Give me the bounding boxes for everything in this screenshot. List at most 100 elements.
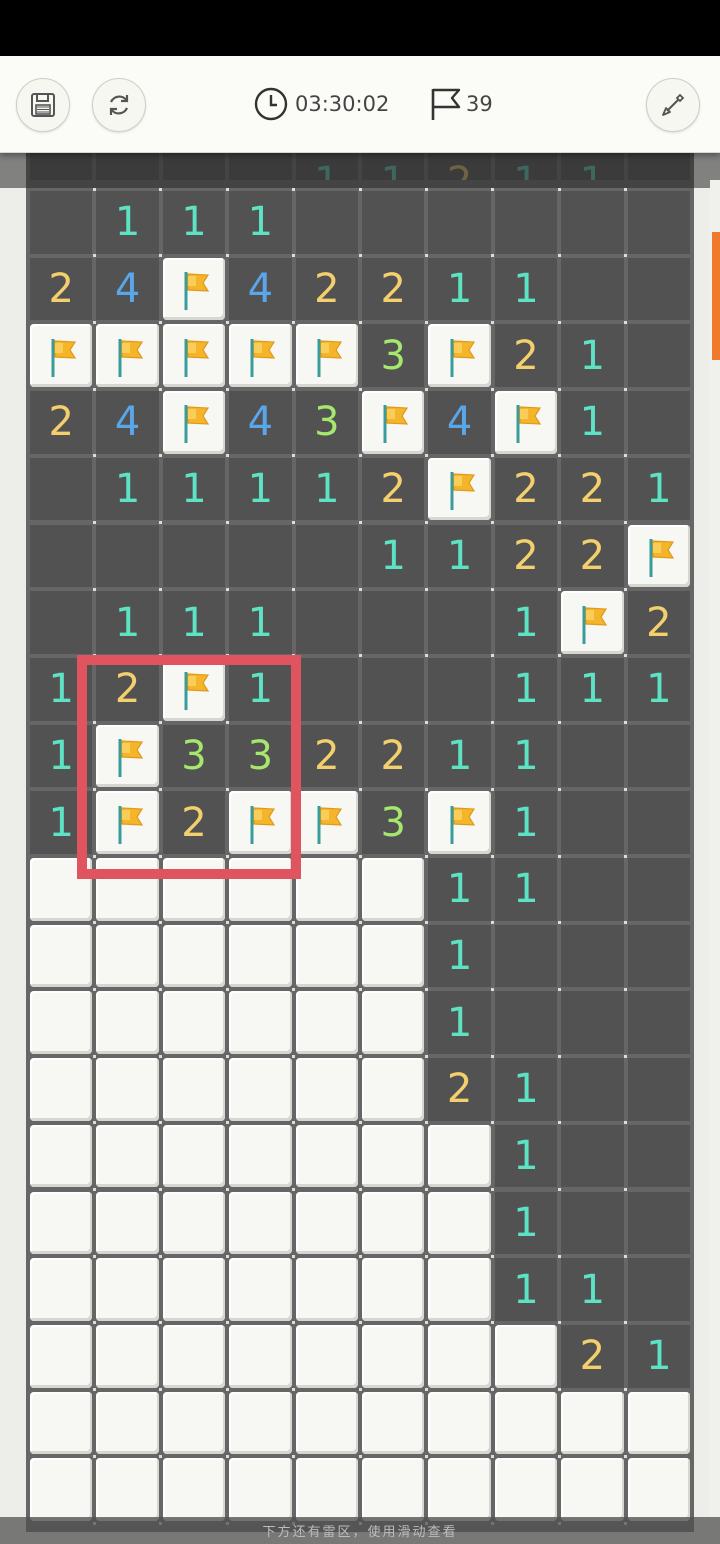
- flagged-cell[interactable]: [428, 457, 491, 521]
- empty-cell[interactable]: [30, 457, 93, 521]
- covered-cell[interactable]: [428, 1191, 491, 1255]
- number-cell[interactable]: 3: [295, 391, 358, 454]
- covered-cell[interactable]: [362, 1391, 425, 1455]
- covered-cell[interactable]: [295, 1324, 358, 1388]
- covered-cell[interactable]: [362, 1124, 425, 1188]
- covered-cell[interactable]: [561, 1391, 624, 1455]
- covered-cell[interactable]: [162, 1391, 226, 1455]
- covered-cell[interactable]: [295, 1391, 358, 1455]
- number-cell[interactable]: 2: [627, 591, 690, 654]
- board-scrollbar[interactable]: [710, 180, 720, 1520]
- number-cell[interactable]: 2: [561, 1324, 624, 1388]
- covered-cell[interactable]: [30, 1058, 93, 1121]
- covered-cell[interactable]: [428, 1391, 491, 1455]
- empty-cell[interactable]: [627, 1058, 690, 1121]
- covered-cell[interactable]: [362, 991, 425, 1055]
- number-cell[interactable]: 2: [428, 1058, 491, 1121]
- covered-cell[interactable]: [96, 1458, 159, 1521]
- flagged-cell[interactable]: [162, 324, 226, 388]
- number-cell[interactable]: 1: [627, 657, 690, 721]
- number-cell[interactable]: 1: [96, 191, 159, 254]
- empty-cell[interactable]: [494, 191, 558, 254]
- number-cell[interactable]: 2: [362, 724, 425, 788]
- covered-cell[interactable]: [229, 1191, 292, 1255]
- empty-cell[interactable]: [627, 724, 690, 788]
- empty-cell[interactable]: [561, 257, 624, 321]
- number-cell[interactable]: 2: [295, 724, 358, 788]
- flagged-cell[interactable]: [494, 391, 558, 454]
- number-cell[interactable]: 1: [627, 1324, 690, 1388]
- number-cell[interactable]: 3: [362, 324, 425, 388]
- covered-cell[interactable]: [162, 1058, 226, 1121]
- flagged-cell[interactable]: [295, 324, 358, 388]
- number-cell[interactable]: 2: [295, 257, 358, 321]
- covered-cell[interactable]: [627, 1458, 690, 1521]
- covered-cell[interactable]: [627, 1391, 690, 1455]
- covered-cell[interactable]: [295, 991, 358, 1055]
- covered-cell[interactable]: [96, 924, 159, 988]
- empty-cell[interactable]: [30, 191, 93, 254]
- number-cell[interactable]: 1: [494, 657, 558, 721]
- number-cell[interactable]: 1: [229, 191, 292, 254]
- flagged-cell[interactable]: [362, 391, 425, 454]
- covered-cell[interactable]: [30, 924, 93, 988]
- number-cell[interactable]: 1: [561, 657, 624, 721]
- covered-cell[interactable]: [295, 1458, 358, 1521]
- empty-cell[interactable]: [428, 657, 491, 721]
- empty-cell[interactable]: [295, 191, 358, 254]
- covered-cell[interactable]: [30, 1258, 93, 1321]
- number-cell[interactable]: 1: [96, 591, 159, 654]
- covered-cell[interactable]: [229, 1391, 292, 1455]
- covered-cell[interactable]: [96, 1391, 159, 1455]
- empty-cell[interactable]: [428, 191, 491, 254]
- empty-cell[interactable]: [561, 1191, 624, 1255]
- covered-cell[interactable]: [428, 1124, 491, 1188]
- number-cell[interactable]: 4: [229, 391, 292, 454]
- empty-cell[interactable]: [494, 991, 558, 1055]
- empty-cell[interactable]: [162, 524, 226, 588]
- empty-cell[interactable]: [627, 191, 690, 254]
- empty-cell[interactable]: [627, 324, 690, 388]
- covered-cell[interactable]: [295, 1258, 358, 1321]
- number-cell[interactable]: 4: [96, 257, 159, 321]
- flagged-cell[interactable]: [162, 257, 226, 321]
- empty-cell[interactable]: [627, 1258, 690, 1321]
- empty-cell[interactable]: [627, 1124, 690, 1188]
- covered-cell[interactable]: [362, 1058, 425, 1121]
- covered-cell[interactable]: [229, 1124, 292, 1188]
- covered-cell[interactable]: [362, 1458, 425, 1521]
- number-cell[interactable]: 1: [162, 191, 226, 254]
- covered-cell[interactable]: [96, 1058, 159, 1121]
- number-cell[interactable]: 1: [627, 457, 690, 521]
- covered-cell[interactable]: [96, 1324, 159, 1388]
- covered-cell[interactable]: [30, 1391, 93, 1455]
- empty-cell[interactable]: [561, 858, 624, 921]
- flagged-cell[interactable]: [561, 591, 624, 654]
- empty-cell[interactable]: [30, 524, 93, 588]
- covered-cell[interactable]: [295, 1124, 358, 1188]
- number-cell[interactable]: 2: [561, 524, 624, 588]
- covered-cell[interactable]: [96, 1124, 159, 1188]
- flagged-cell[interactable]: [162, 391, 226, 454]
- number-cell[interactable]: 2: [362, 457, 425, 521]
- covered-cell[interactable]: [162, 991, 226, 1055]
- empty-cell[interactable]: [627, 257, 690, 321]
- number-cell[interactable]: 1: [494, 791, 558, 854]
- number-cell[interactable]: 1: [494, 858, 558, 921]
- flagged-cell[interactable]: [229, 324, 292, 388]
- covered-cell[interactable]: [295, 1191, 358, 1255]
- empty-cell[interactable]: [494, 924, 558, 988]
- number-cell[interactable]: 1: [428, 524, 491, 588]
- empty-cell[interactable]: [561, 924, 624, 988]
- empty-cell[interactable]: [561, 1058, 624, 1121]
- flagged-cell[interactable]: [96, 324, 159, 388]
- number-cell[interactable]: 1: [561, 391, 624, 454]
- covered-cell[interactable]: [96, 1191, 159, 1255]
- covered-cell[interactable]: [229, 1324, 292, 1388]
- number-cell[interactable]: 3: [362, 791, 425, 854]
- covered-cell[interactable]: [362, 1324, 425, 1388]
- empty-cell[interactable]: [561, 991, 624, 1055]
- flagged-cell[interactable]: [30, 324, 93, 388]
- empty-cell[interactable]: [627, 1191, 690, 1255]
- empty-cell[interactable]: [229, 524, 292, 588]
